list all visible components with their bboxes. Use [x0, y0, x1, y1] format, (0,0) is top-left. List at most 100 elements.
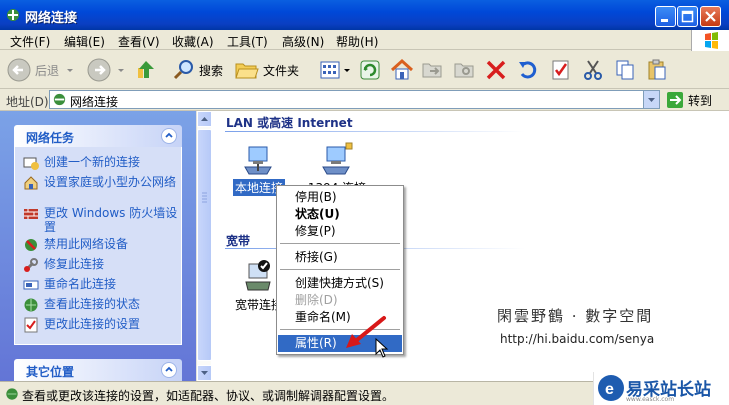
- group-title-lan: LAN 或高速 Internet: [226, 116, 353, 130]
- menu-file[interactable]: 文件(F): [10, 33, 50, 50]
- task-repair[interactable]: 修复此连接: [23, 257, 183, 273]
- task-pane-scrollbar[interactable]: [196, 111, 212, 381]
- windows-flag-icon: [705, 32, 718, 49]
- back-arrow-icon: [7, 58, 31, 82]
- watermark-url: http://hi.baidu.com/senya: [500, 332, 655, 346]
- ctx-repair[interactable]: 修复(P): [278, 223, 402, 240]
- refresh-icon: [360, 60, 380, 80]
- refresh-button[interactable]: [358, 55, 382, 85]
- scissors-icon: [584, 60, 602, 80]
- collapse-button[interactable]: [161, 362, 177, 378]
- task-create-connection[interactable]: 创建一个新的连接: [23, 155, 183, 171]
- network-tasks-list: 创建一个新的连接 设置家庭或小型办公网络 更改 Windows 防火墙设置 禁用…: [14, 147, 182, 345]
- move-to-icon: [422, 63, 442, 78]
- back-button[interactable]: 后退: [6, 55, 75, 85]
- status-icon: [24, 298, 38, 312]
- scroll-up-button[interactable]: [197, 111, 212, 127]
- scroll-thumb[interactable]: [197, 129, 212, 361]
- address-value: 网络连接: [70, 95, 119, 109]
- task-label: 重命名此连接: [44, 277, 117, 291]
- move-to-button[interactable]: [420, 55, 444, 85]
- up-folder-button[interactable]: [134, 55, 158, 85]
- task-label: 查看此连接的状态: [44, 297, 141, 311]
- task-firewall[interactable]: 更改 Windows 防火墙设置: [23, 206, 183, 234]
- address-dropdown-button[interactable]: [643, 91, 659, 108]
- repair-icon: [24, 258, 38, 272]
- views-icon: [320, 61, 340, 79]
- grip-icon: [202, 192, 207, 203]
- network-connections-icon: [7, 9, 19, 21]
- folders-label: 文件夹: [263, 63, 300, 78]
- copy-to-icon: [454, 63, 474, 78]
- forward-arrow-icon: [87, 58, 111, 82]
- window-title: 网络连接: [25, 11, 78, 26]
- menu-favorites[interactable]: 收藏(A): [172, 33, 214, 50]
- task-view-status[interactable]: 查看此连接的状态: [23, 297, 183, 313]
- copy-icon: [616, 60, 634, 80]
- menu-tools[interactable]: 工具(T): [227, 33, 268, 50]
- cut-button[interactable]: [581, 55, 605, 85]
- network-tasks-title: 网络任务: [26, 131, 75, 145]
- go-button[interactable]: 转到: [666, 91, 712, 109]
- settings-icon: [24, 317, 38, 333]
- mouse-cursor-icon: [375, 338, 389, 358]
- ctx-separator: [280, 269, 400, 270]
- delete-button[interactable]: [484, 55, 508, 85]
- close-icon: [705, 11, 716, 22]
- chevron-up-icon: [201, 117, 208, 121]
- other-places-header[interactable]: 其它位置: [14, 359, 182, 381]
- home-button[interactable]: [389, 55, 415, 85]
- status-text: 查看或更改该连接的设置，如适配器、协议、或调制解调器配置设置。: [22, 389, 395, 403]
- folder-icon: [235, 63, 259, 79]
- chevron-up-icon: [165, 132, 173, 138]
- task-rename[interactable]: 重命名此连接: [23, 277, 183, 293]
- task-label: 创建一个新的连接: [44, 155, 141, 169]
- rename-icon: [23, 280, 39, 290]
- minimize-button[interactable]: [655, 6, 676, 27]
- ctx-disable[interactable]: 停用(B): [278, 189, 402, 206]
- broadband-connection-icon: [245, 260, 271, 291]
- undo-icon: [519, 61, 537, 79]
- paste-button[interactable]: [645, 55, 669, 85]
- network-status-icon: [6, 388, 18, 400]
- maximize-button[interactable]: [677, 6, 698, 27]
- menu-help[interactable]: 帮助(H): [336, 33, 378, 50]
- other-places-title: 其它位置: [26, 365, 75, 379]
- go-arrow-icon: [667, 92, 683, 108]
- ctx-separator: [280, 243, 400, 244]
- scroll-down-button[interactable]: [197, 365, 212, 381]
- close-button[interactable]: [700, 6, 721, 27]
- ctx-bridge[interactable]: 桥接(G): [278, 249, 402, 266]
- group-title-broadband: 宽带: [226, 234, 251, 248]
- address-bar: 地址(D) 网络连接 转到: [0, 89, 729, 111]
- address-input[interactable]: 网络连接: [49, 90, 660, 109]
- task-disable-device[interactable]: 禁用此网络设备: [23, 237, 183, 253]
- ctx-status[interactable]: 状态(U): [278, 206, 402, 223]
- chevron-up-icon: [165, 366, 173, 372]
- copy-button[interactable]: [613, 55, 637, 85]
- folders-button[interactable]: 文件夹: [234, 55, 299, 85]
- views-button[interactable]: [318, 55, 352, 85]
- watermark-text: 閑雲野鶴 · 數字空間: [497, 307, 654, 325]
- home-icon: [390, 58, 414, 80]
- properties-icon: [552, 60, 569, 80]
- search-label: 搜索: [199, 63, 224, 78]
- brand-logo: e 易采站长站 www.easck.com: [593, 372, 729, 405]
- search-button[interactable]: 搜索: [172, 55, 223, 85]
- task-change-settings[interactable]: 更改此连接的设置: [23, 317, 183, 333]
- chevron-down-icon: [648, 98, 655, 102]
- firewall-icon: [24, 209, 38, 219]
- copy-to-button[interactable]: [452, 55, 476, 85]
- properties-button[interactable]: [549, 55, 573, 85]
- task-label: 更改 Windows 防火墙设置: [44, 206, 178, 234]
- menu-edit[interactable]: 编辑(E): [64, 33, 105, 50]
- network-tasks-header[interactable]: 网络任务: [14, 125, 182, 147]
- brand-url: www.easck.com: [626, 396, 675, 403]
- ctx-create-shortcut[interactable]: 创建快捷方式(S): [278, 275, 402, 292]
- menu-view[interactable]: 查看(V): [118, 33, 160, 50]
- task-home-network[interactable]: 设置家庭或小型办公网络: [23, 175, 183, 191]
- forward-button[interactable]: [86, 55, 126, 85]
- menu-advanced[interactable]: 高级(N): [282, 33, 324, 50]
- undo-button[interactable]: [516, 55, 540, 85]
- collapse-button[interactable]: [161, 128, 177, 144]
